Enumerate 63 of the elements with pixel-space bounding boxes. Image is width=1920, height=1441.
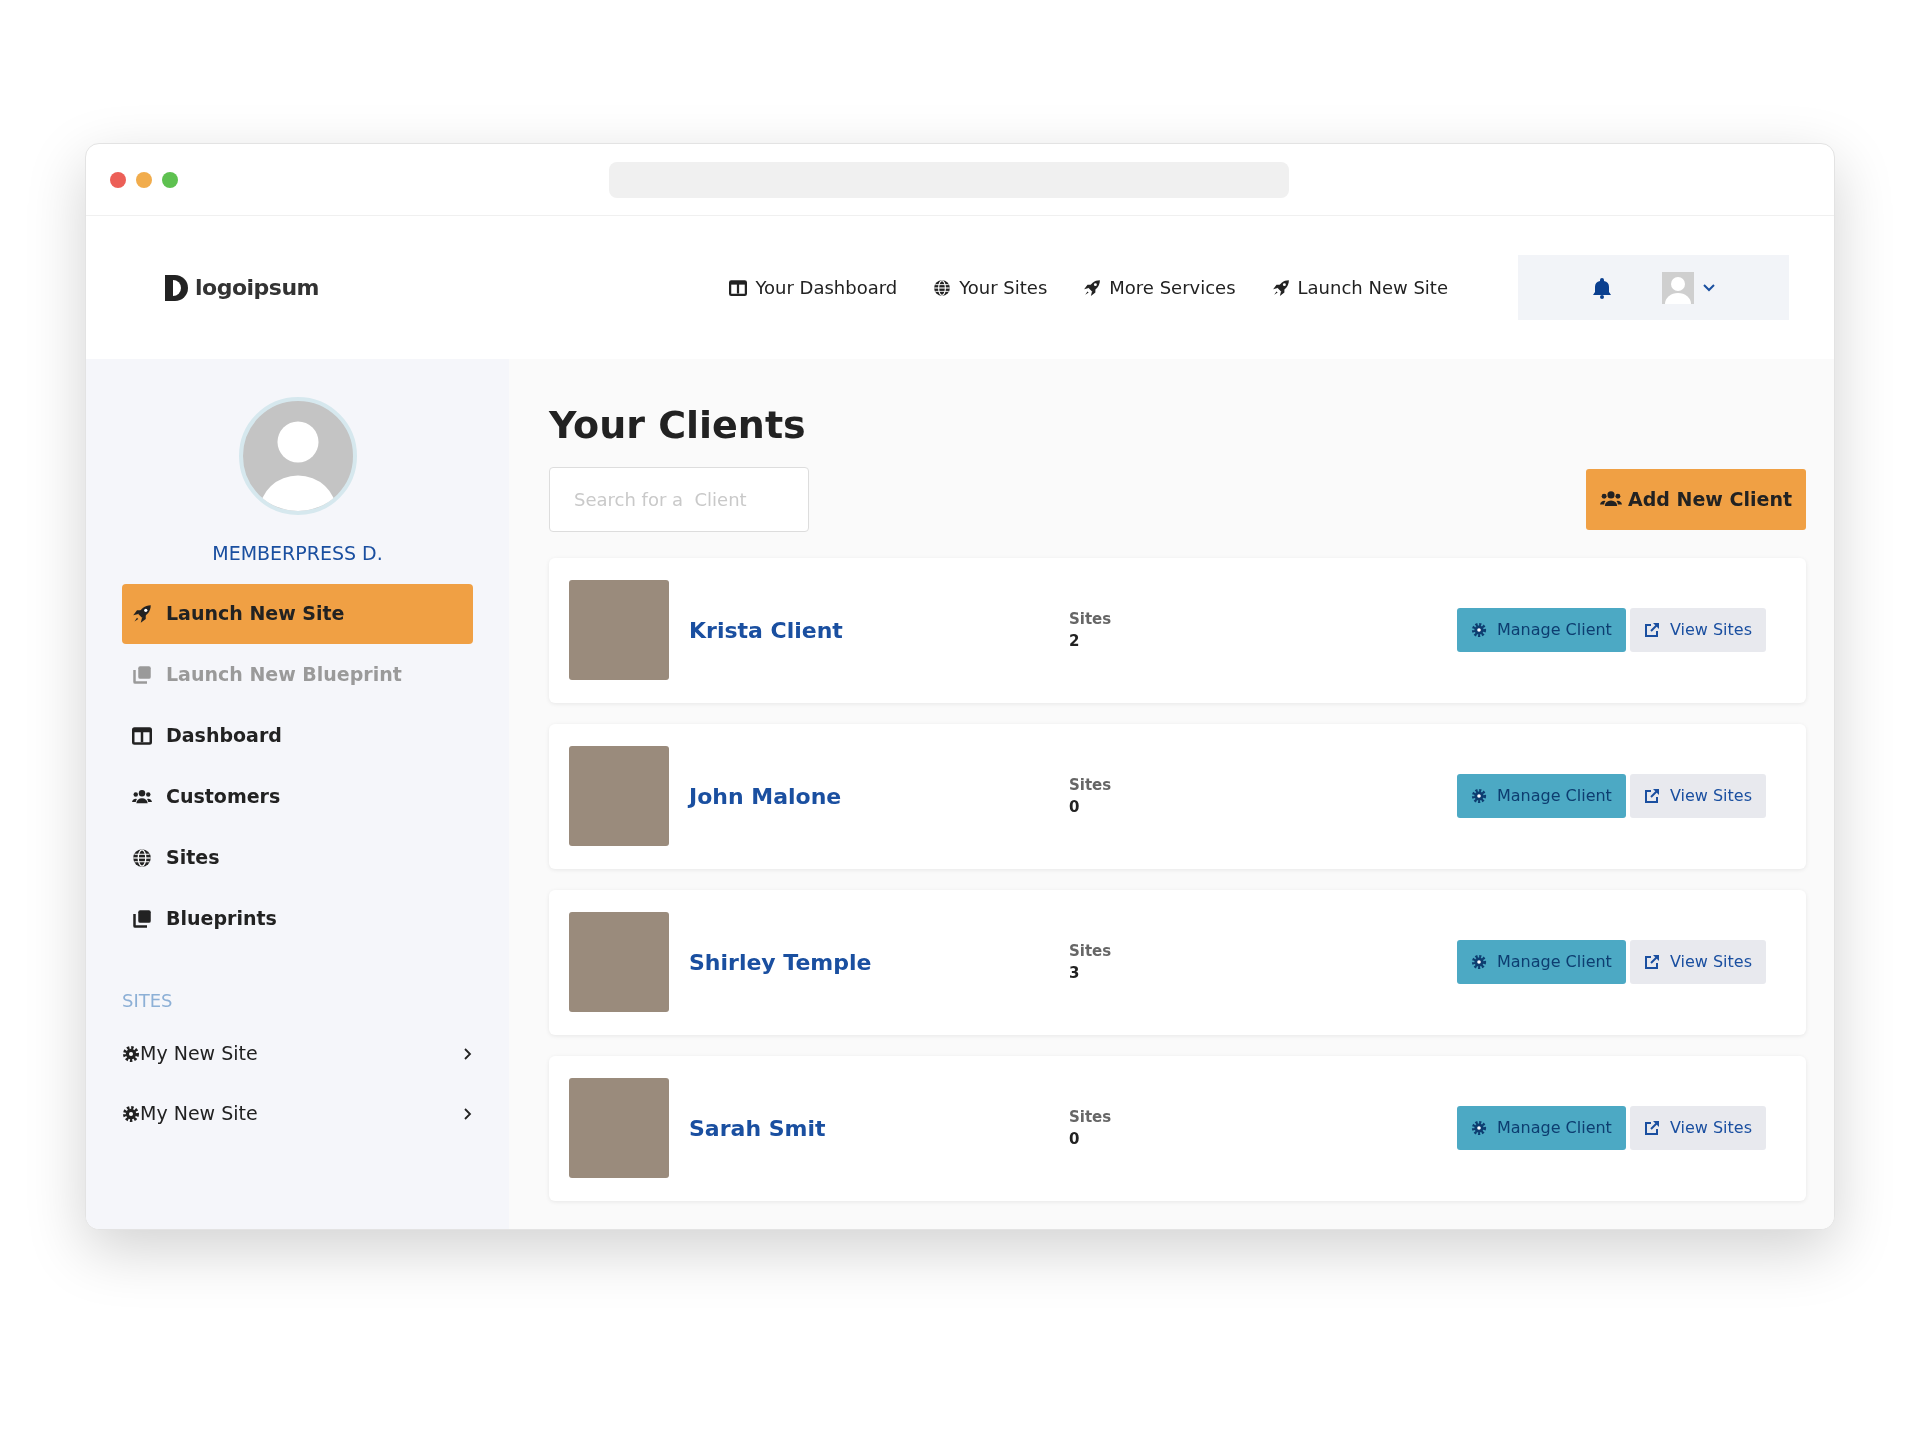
sites-count: 2: [1069, 631, 1081, 653]
view-sites-button[interactable]: View Sites: [1629, 774, 1766, 819]
add-new-client-button[interactable]: Add New Client: [1586, 468, 1806, 530]
sidebar-item[interactable]: Sites: [122, 827, 473, 888]
external-link-icon: [1643, 1120, 1660, 1137]
maximize-window-dot[interactable]: [162, 171, 178, 188]
manage-client-button[interactable]: Manage Client: [1456, 608, 1626, 653]
page-title: Your Clients: [549, 403, 807, 449]
view-sites-button[interactable]: View Sites: [1629, 608, 1766, 653]
sidebar-item[interactable]: Launch New Site: [122, 583, 473, 644]
sidebar-item[interactable]: Blueprints: [122, 888, 473, 949]
columns-icon: [132, 725, 152, 746]
columns-icon: [729, 278, 748, 297]
site-link[interactable]: My New Site: [122, 1023, 473, 1084]
gear-icon: [122, 1044, 140, 1063]
sites-label: Sites: [1069, 1106, 1112, 1128]
manage-client-button[interactable]: Manage Client: [1456, 1106, 1626, 1151]
gear-icon: [1470, 622, 1487, 639]
gear-icon: [1470, 788, 1487, 805]
user-avatar-icon[interactable]: [1661, 271, 1694, 304]
sites-label: Sites: [1069, 608, 1112, 630]
copy-icon: [132, 908, 152, 929]
sidebar-item[interactable]: Customers: [122, 766, 473, 827]
gear-icon: [1470, 954, 1487, 971]
close-window-dot[interactable]: [110, 171, 126, 188]
client-name-link[interactable]: Shirley Temple: [689, 945, 1069, 979]
chevron-right-icon: [463, 1106, 473, 1121]
nav-link[interactable]: Your Sites: [933, 274, 1048, 301]
nav-link[interactable]: Your Dashboard: [729, 274, 898, 301]
rocket-icon: [132, 603, 152, 624]
sites-count: 0: [1069, 797, 1081, 819]
rocket-icon: [1083, 278, 1102, 297]
site-link[interactable]: My New Site: [122, 1083, 473, 1144]
view-sites-button[interactable]: View Sites: [1629, 940, 1766, 985]
view-sites-button[interactable]: View Sites: [1629, 1106, 1766, 1151]
gear-icon: [122, 1104, 140, 1123]
nav-link[interactable]: More Services: [1083, 274, 1236, 301]
gear-icon: [1470, 1120, 1487, 1137]
nav-link[interactable]: Launch New Site: [1271, 274, 1448, 301]
client-name-link[interactable]: Sarah Smit: [689, 1111, 1069, 1145]
sites-count: 0: [1069, 1129, 1081, 1151]
rocket-icon: [1271, 278, 1290, 297]
manage-client-button[interactable]: Manage Client: [1456, 774, 1626, 819]
globe-icon: [132, 847, 152, 868]
external-link-icon: [1643, 622, 1660, 639]
minimize-window-dot[interactable]: [136, 171, 152, 188]
copy-icon: [132, 664, 152, 685]
chevron-down-icon[interactable]: [1701, 282, 1716, 293]
profile-name: MEMBERPRESS D.: [212, 541, 383, 566]
external-link-icon: [1643, 954, 1660, 971]
sites-count: 3: [1069, 963, 1081, 985]
sites-label: Sites: [1069, 940, 1112, 962]
client-name-link[interactable]: John Malone: [689, 779, 1069, 813]
sites-heading: SITES: [122, 988, 174, 1013]
sidebar-item[interactable]: Dashboard: [122, 705, 473, 766]
sites-label: Sites: [1069, 774, 1112, 796]
client-name-link[interactable]: Krista Client: [689, 613, 1069, 647]
globe-icon: [933, 278, 952, 297]
external-link-icon: [1643, 788, 1660, 805]
chevron-right-icon: [463, 1046, 473, 1061]
manage-client-button[interactable]: Manage Client: [1456, 940, 1626, 985]
bell-icon[interactable]: [1591, 276, 1612, 299]
logo-text[interactable]: logoipsum: [195, 271, 319, 304]
